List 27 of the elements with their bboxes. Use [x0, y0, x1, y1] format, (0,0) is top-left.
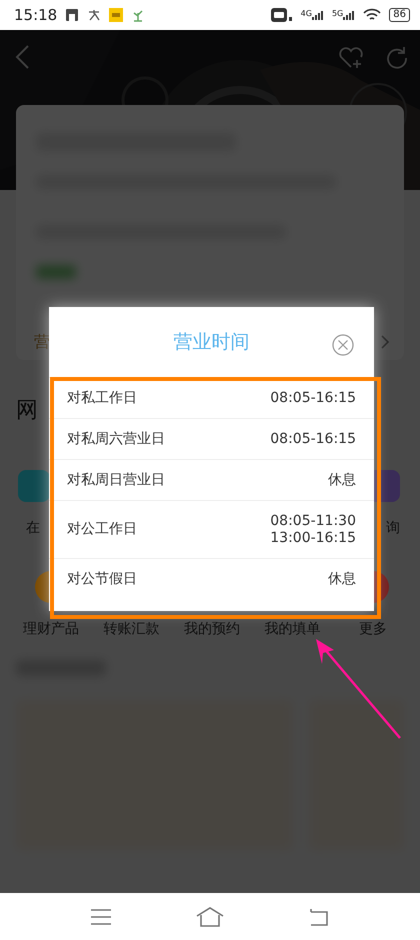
hours-text: 08:05-11:30 — [270, 512, 356, 530]
hours-text: 08:05-16:15 — [270, 430, 356, 448]
promo-text: 营 — [34, 331, 50, 353]
menu-icon[interactable] — [90, 908, 112, 926]
hours-text: 08:05-16:15 — [270, 390, 356, 406]
signal-indicator: 5G — [332, 10, 356, 20]
shortcut-icon[interactable] — [18, 470, 50, 502]
hours-text: 休息 — [328, 472, 356, 488]
app-icon — [109, 8, 124, 22]
day-label: 对公节假日 — [67, 570, 137, 588]
signal-indicator: 4G — [300, 10, 324, 20]
close-icon[interactable] — [332, 334, 354, 356]
home-icon[interactable] — [194, 906, 225, 926]
notification-icon — [65, 8, 80, 22]
hours-text: 13:00-16:15 — [270, 530, 356, 546]
day-label: 对私周六营业日 — [67, 430, 165, 448]
hours-text: 休息 — [328, 570, 356, 588]
battery-indicator: 86 — [389, 8, 410, 22]
day-label: 对私周日营业日 — [67, 470, 165, 490]
dialog-title: 营业时间 — [174, 330, 250, 355]
day-label: 对公工作日 — [67, 520, 137, 539]
day-label: 对私工作日 — [67, 388, 137, 408]
wifi-icon — [363, 8, 382, 22]
back-icon[interactable] — [308, 906, 330, 926]
section-title: 网 — [16, 398, 38, 423]
plant-icon — [131, 8, 146, 22]
clock-text: 15:18 — [14, 4, 58, 26]
